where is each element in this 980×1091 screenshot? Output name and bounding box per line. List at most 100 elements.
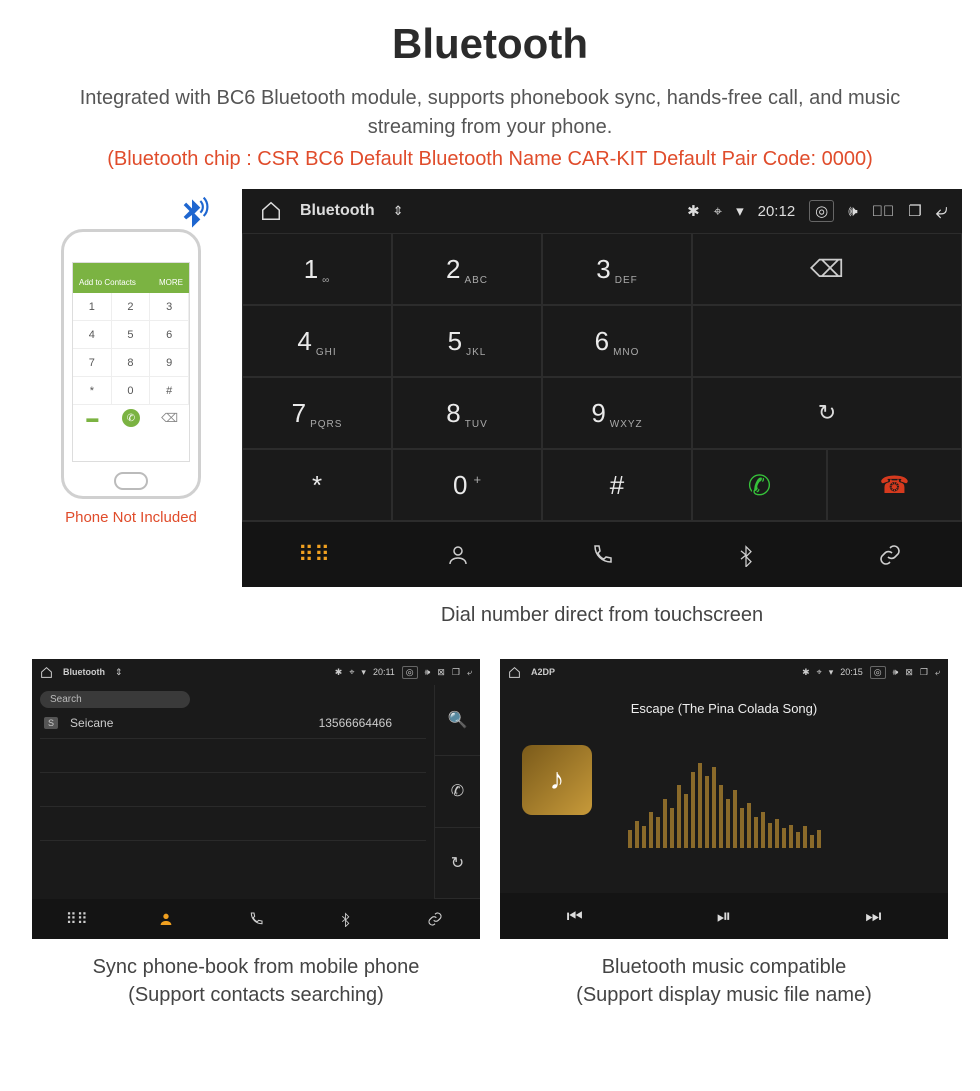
home-icon[interactable]	[260, 200, 282, 222]
home-icon[interactable]	[508, 666, 521, 679]
close-icon[interactable]: ⊠	[905, 667, 913, 678]
back-icon[interactable]: ⤶	[467, 667, 472, 678]
phone-mockup: Add to Contacts MORE 123 456 789 *0# ▬ ✆…	[61, 229, 201, 499]
search-icon: 🔍	[448, 710, 468, 730]
music-caption-2: (Support display music file name)	[500, 981, 948, 1009]
tab-dialpad[interactable]: ⠿⠿	[242, 521, 386, 587]
close-icon[interactable]: �⃞	[872, 203, 895, 220]
key-star[interactable]: *	[242, 449, 392, 521]
side-sync-button[interactable]: ↻	[434, 828, 480, 899]
phone-caption: Phone Not Included	[46, 509, 216, 526]
status-time: 20:11	[373, 667, 395, 677]
music-caption-1: Bluetooth music compatible	[500, 953, 948, 981]
key-hash[interactable]: #	[542, 449, 692, 521]
call-button[interactable]: ✆	[692, 449, 827, 521]
phone-bar-more: MORE	[159, 278, 183, 287]
skip-prev-icon: ⏮	[567, 906, 583, 927]
dialer-caption: Dial number direct from touchscreen	[242, 601, 962, 629]
screenshot-icon[interactable]: ◎	[870, 666, 886, 679]
key-5[interactable]: 5JKL	[392, 305, 542, 377]
key-0[interactable]: 0+	[392, 449, 542, 521]
phone-outline-icon	[590, 543, 614, 567]
key-8[interactable]: 8TUV	[392, 377, 542, 449]
wifi-icon: ▾	[736, 202, 744, 220]
spec-line: (Bluetooth chip : CSR BC6 Default Blueto…	[16, 148, 964, 171]
location-icon: ⌖	[817, 667, 822, 678]
album-art: ♪	[522, 745, 592, 815]
side-search-button[interactable]: 🔍	[434, 685, 480, 756]
phone-call-icon: ✆	[748, 469, 771, 502]
status-time: 20:15	[840, 667, 863, 677]
location-icon: ⌖	[349, 667, 354, 678]
screenshot-icon[interactable]: ◎	[402, 666, 418, 679]
tab-bluetooth[interactable]	[301, 899, 391, 939]
skip-next-icon: ⏭	[865, 906, 881, 927]
tab-pair[interactable]	[818, 521, 962, 587]
contact-number: 13566664466	[319, 716, 392, 730]
status-time: 20:12	[758, 203, 796, 220]
back-icon[interactable]: ⤶	[936, 198, 948, 224]
backspace-button[interactable]: ⌫	[692, 233, 962, 305]
search-input[interactable]: Search	[40, 691, 190, 708]
key-3[interactable]: 3DEF	[542, 233, 692, 305]
equalizer-visual	[628, 758, 821, 848]
hangup-button[interactable]: ☎	[827, 449, 962, 521]
key-7[interactable]: 7PQRS	[242, 377, 392, 449]
tab-recents[interactable]	[530, 521, 674, 587]
location-icon: ⌖	[714, 203, 722, 220]
recents-icon[interactable]: ❐	[920, 667, 928, 678]
contact-row[interactable]: S Seicane 13566664466	[40, 708, 426, 739]
key-9[interactable]: 9WXYZ	[542, 377, 692, 449]
close-icon[interactable]: ⊠	[437, 667, 445, 678]
play-pause-icon: ⏯	[717, 906, 731, 927]
track-title: Escape (The Pina Colada Song)	[631, 701, 817, 716]
phone-bar-title: Add to Contacts	[79, 278, 136, 287]
tab-pair[interactable]	[390, 899, 480, 939]
key-2[interactable]: 2ABC	[392, 233, 542, 305]
volume-icon[interactable]: 🕪	[893, 667, 899, 678]
phone-hangup-icon: ☎	[880, 471, 910, 500]
wifi-icon: ▾	[361, 667, 366, 678]
tab-dialpad[interactable]: ⠿⠿	[32, 899, 122, 939]
side-call-button[interactable]: ✆	[434, 756, 480, 827]
tab-bluetooth[interactable]	[674, 521, 818, 587]
music-note-icon: ♪	[550, 763, 565, 797]
recents-icon[interactable]: ❐	[452, 667, 460, 678]
contacts-headunit: Bluetooth ⇕ ✱ ⌖ ▾ 20:11 ◎ 🕪 ⊠ ❐ ⤶	[32, 659, 480, 939]
contacts-caption-1: Sync phone-book from mobile phone	[32, 953, 480, 981]
contacts-caption-2: (Support contacts searching)	[32, 981, 480, 1009]
music-headunit: A2DP ✱ ⌖ ▾ 20:15 ◎ 🕪 ⊠ ❐ ⤶ Esc	[500, 659, 948, 939]
sync-icon: ↻	[451, 853, 464, 873]
tab-recents[interactable]	[211, 899, 301, 939]
usb-icon: ⇕	[393, 203, 404, 219]
home-icon[interactable]	[40, 666, 53, 679]
redial-button[interactable]: ↻	[692, 377, 962, 449]
empty-cell	[692, 305, 962, 377]
screenshot-icon[interactable]: ◎	[809, 200, 834, 222]
person-icon	[446, 543, 470, 567]
phone-dialpad: 123 456 789 *0#	[73, 293, 189, 405]
tab-contacts[interactable]	[122, 899, 212, 939]
key-4[interactable]: 4GHI	[242, 305, 392, 377]
key-6[interactable]: 6MNO	[542, 305, 692, 377]
bluetooth-signal-icon	[172, 196, 212, 236]
next-track-button[interactable]: ⏭	[799, 893, 948, 939]
dialpad-icon: ⠿⠿	[298, 542, 330, 568]
prev-track-button[interactable]: ⏮	[500, 893, 649, 939]
back-icon[interactable]: ⤶	[935, 667, 940, 678]
status-app-title: Bluetooth	[300, 202, 375, 220]
tab-contacts[interactable]	[386, 521, 530, 587]
wifi-icon: ▾	[829, 667, 834, 678]
recents-icon[interactable]: ❐	[908, 202, 921, 220]
play-pause-button[interactable]: ⏯	[649, 893, 798, 939]
bluetooth-icon: ✱	[687, 202, 700, 220]
phone-outline-icon: ✆	[451, 781, 464, 801]
page-title: Bluetooth	[16, 20, 964, 68]
volume-icon[interactable]: 🕪	[425, 667, 431, 678]
volume-icon[interactable]: 🕪	[848, 203, 857, 220]
contact-name: Seicane	[70, 716, 113, 730]
dialpad-icon: ⠿⠿	[66, 910, 88, 928]
bluetooth-icon	[736, 543, 756, 567]
key-1[interactable]: 1∞	[242, 233, 392, 305]
usb-icon: ⇕	[115, 667, 123, 678]
